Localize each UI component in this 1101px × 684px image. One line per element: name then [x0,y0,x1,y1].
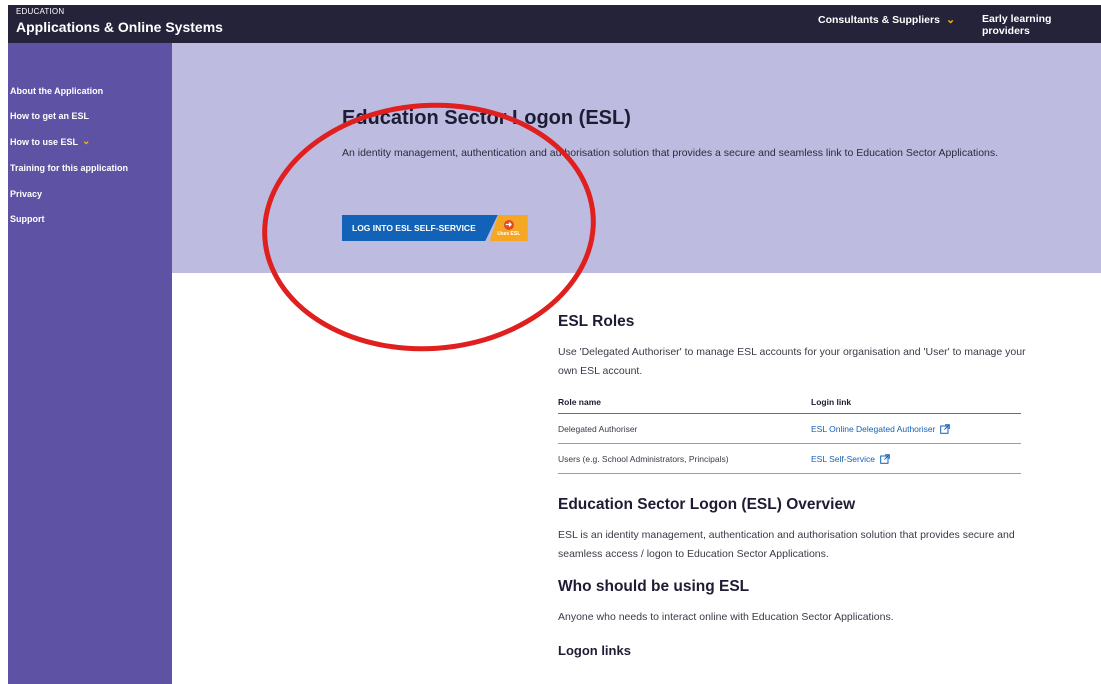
column-header-link: Login link [811,391,1021,414]
table-row: Users (e.g. School Administrators, Princ… [558,443,1021,474]
who-text: Anyone who needs to interact online with… [558,611,894,623]
chevron-down-icon: ⌄ [945,14,956,26]
sidebar-item-training[interactable]: Training for this application [10,163,128,173]
logon-links-heading: Logon links [558,643,631,658]
esl-self-service-link[interactable]: ESL Self-Service [811,454,890,464]
table-row: Delegated Authoriser ESL Online Delegate… [558,413,1021,444]
nav-early-learning[interactable]: Early learning providers [982,13,1101,37]
external-link-icon [940,423,951,434]
external-link-icon [880,453,890,464]
uses-esl-label: Uses ESL [497,230,521,237]
nav-consultants-label: Consultants & Suppliers [818,13,940,26]
sidebar-item-get-esl[interactable]: How to get an ESL [10,111,89,121]
roles-table: Role name Login link Delegated Authorise… [558,391,1021,474]
page-title: Education Sector Logon (ESL) [342,107,631,129]
hero-description: An identity management, authentication a… [342,147,999,159]
overview-text: ESL is an identity management, authentic… [558,529,1015,560]
log-into-esl-label: LOG INTO ESL SELF-SERVICE [342,215,498,241]
nav-consultants-suppliers[interactable]: Consultants & Suppliers ⌄ [818,13,956,27]
sidebar-item-support[interactable]: Support [10,214,45,224]
column-header-role: Role name [558,391,811,414]
sidebar-item-about[interactable]: About the Application [10,86,103,96]
esl-delegated-authoriser-link[interactable]: ESL Online Delegated Authoriser [811,423,951,434]
log-into-esl-button[interactable]: LOG INTO ESL SELF-SERVICE ➜ Uses ESL [342,215,528,241]
role-name-cell: Users (e.g. School Administrators, Princ… [558,443,811,474]
link-label: ESL Online Delegated Authoriser [811,423,936,434]
sidebar-item-privacy[interactable]: Privacy [10,189,42,199]
link-label: ESL Self-Service [811,453,875,464]
sidebar-item-label: How to use ESL [10,136,79,147]
login-arrow-icon: ➜ [503,219,514,230]
roles-heading: ESL Roles [558,313,635,330]
login-link-cell: ESL Online Delegated Authoriser [811,413,1021,444]
login-link-cell: ESL Self-Service [811,443,1021,474]
sidebar-item-label: Privacy [10,189,43,199]
sidebar-item-label: How to get an ESL [10,111,90,121]
site-title[interactable]: Applications & Online Systems [16,19,223,35]
overview-heading: Education Sector Logon (ESL) Overview [558,496,856,513]
sidebar-item-label: About the Application [10,86,104,96]
roles-intro: Use 'Delegated Authoriser' to manage ESL… [558,346,1026,377]
brand-small-label: EDUCATION [16,7,65,16]
sidebar-item-label: Training for this application [10,163,129,173]
sidebar-item-use-esl[interactable]: How to use ESL ⌄ [10,136,90,147]
who-heading: Who should be using ESL [558,578,750,595]
nav-early-label: Early learning providers [982,13,1052,37]
role-name-cell: Delegated Authoriser [558,413,811,444]
table-header-row: Role name Login link [558,391,1021,414]
chevron-down-icon: ⌄ [82,136,91,147]
sidebar-item-label: Support [10,214,45,224]
hero-banner: Education Sector Logon (ESL) An identity… [172,43,1101,273]
